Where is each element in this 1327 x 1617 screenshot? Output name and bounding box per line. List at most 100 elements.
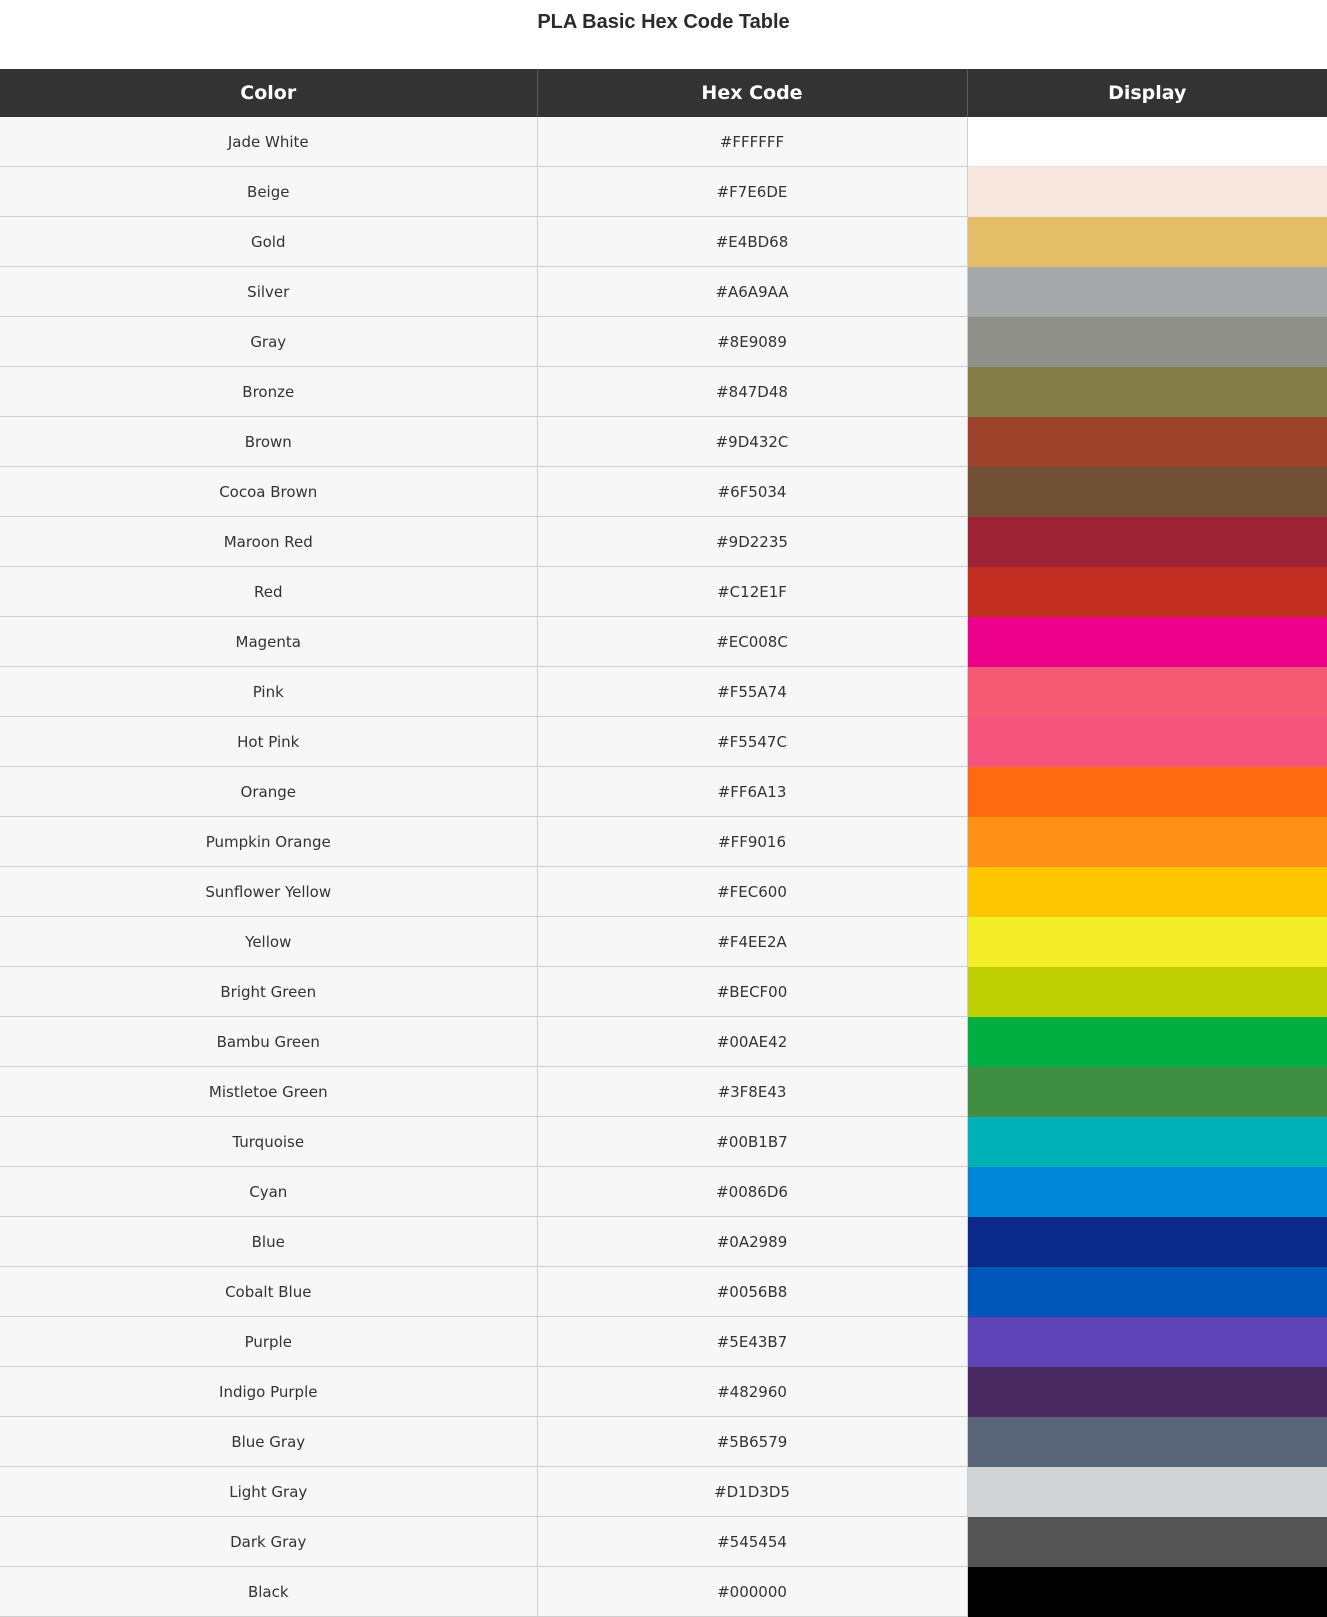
table-row: Gray #8E9089 <box>0 316 1327 367</box>
color-name-cell: Cocoa Brown <box>0 466 538 517</box>
color-name-cell: Magenta <box>0 616 538 667</box>
column-header-display: Display <box>967 69 1327 117</box>
color-name-cell: Gray <box>0 316 538 367</box>
hex-code-cell: #482960 <box>537 1366 968 1417</box>
color-swatch <box>967 1166 1327 1217</box>
color-swatch <box>967 1466 1327 1517</box>
color-swatch <box>967 1316 1327 1367</box>
color-name-cell: Sunflower Yellow <box>0 866 538 917</box>
color-swatch <box>967 1116 1327 1167</box>
color-name-cell: Bright Green <box>0 966 538 1017</box>
hex-code-cell: #5B6579 <box>537 1416 968 1467</box>
color-swatch <box>967 1066 1327 1117</box>
hex-code-cell: #5E43B7 <box>537 1316 968 1367</box>
table-row: Red #C12E1F <box>0 566 1327 617</box>
hex-code-cell: #C12E1F <box>537 566 968 617</box>
hex-code-cell: #00AE42 <box>537 1016 968 1067</box>
hex-code-cell: #0056B8 <box>537 1266 968 1317</box>
hex-code-cell: #000000 <box>537 1566 968 1617</box>
color-name-cell: Bambu Green <box>0 1016 538 1067</box>
hex-code-cell: #F5547C <box>537 716 968 767</box>
color-swatch <box>967 866 1327 917</box>
table-row: Cyan #0086D6 <box>0 1166 1327 1217</box>
hex-code-cell: #F4EE2A <box>537 916 968 967</box>
table-row: Pumpkin Orange #FF9016 <box>0 816 1327 867</box>
table-row: Purple #5E43B7 <box>0 1316 1327 1367</box>
table-row: Magenta #EC008C <box>0 616 1327 667</box>
hex-code-cell: #00B1B7 <box>537 1116 968 1167</box>
color-name-cell: Red <box>0 566 538 617</box>
color-swatch <box>967 1516 1327 1567</box>
color-swatch <box>967 1366 1327 1417</box>
color-swatch <box>967 1016 1327 1067</box>
hex-code-cell: #FF6A13 <box>537 766 968 817</box>
page-title: PLA Basic Hex Code Table <box>537 11 790 33</box>
color-swatch <box>967 566 1327 617</box>
table-row: Black #000000 <box>0 1566 1327 1617</box>
column-header-color: Color <box>0 69 538 117</box>
color-name-cell: Indigo Purple <box>0 1366 538 1417</box>
color-swatch <box>967 516 1327 567</box>
table-body: Jade White #FFFFFF Beige #F7E6DE Gold #E4BD68… <box>0 117 1327 1617</box>
color-swatch <box>967 766 1327 817</box>
hex-code-cell: #FFFFFF <box>537 117 968 167</box>
hex-code-cell: #D1D3D5 <box>537 1466 968 1517</box>
hex-code-cell: #8E9089 <box>537 316 968 367</box>
hex-code-cell: #FF9016 <box>537 816 968 867</box>
color-swatch <box>967 1216 1327 1267</box>
color-swatch <box>967 666 1327 717</box>
color-name-cell: Blue <box>0 1216 538 1267</box>
table-header-row: Color Hex Code Display <box>0 69 1327 117</box>
color-name-cell: Beige <box>0 166 538 217</box>
table-row: Silver #A6A9AA <box>0 266 1327 317</box>
color-name-cell: Brown <box>0 416 538 467</box>
hex-code-cell: #0A2989 <box>537 1216 968 1267</box>
table-row: Maroon Red #9D2235 <box>0 516 1327 567</box>
table-row: Cobalt Blue #0056B8 <box>0 1266 1327 1317</box>
color-name-cell: Dark Gray <box>0 1516 538 1567</box>
color-name-cell: Cyan <box>0 1166 538 1217</box>
color-swatch <box>967 117 1327 167</box>
table-row: Gold #E4BD68 <box>0 216 1327 267</box>
color-swatch <box>967 1566 1327 1617</box>
hex-code-cell: #9D432C <box>537 416 968 467</box>
hex-code-cell: #F7E6DE <box>537 166 968 217</box>
color-name-cell: Jade White <box>0 117 538 167</box>
hex-code-cell: #9D2235 <box>537 516 968 567</box>
hex-code-cell: #3F8E43 <box>537 1066 968 1117</box>
color-swatch <box>967 466 1327 517</box>
color-name-cell: Hot Pink <box>0 716 538 767</box>
hex-code-cell: #BECF00 <box>537 966 968 1017</box>
table-row: Brown #9D432C <box>0 416 1327 467</box>
color-name-cell: Orange <box>0 766 538 817</box>
table-row: Mistletoe Green #3F8E43 <box>0 1066 1327 1117</box>
hex-code-cell: #F55A74 <box>537 666 968 717</box>
table-row: Beige #F7E6DE <box>0 166 1327 217</box>
table-row: Indigo Purple #482960 <box>0 1366 1327 1417</box>
color-swatch <box>967 616 1327 667</box>
table-row: Bright Green #BECF00 <box>0 966 1327 1017</box>
color-swatch <box>967 716 1327 767</box>
color-name-cell: Mistletoe Green <box>0 1066 538 1117</box>
color-swatch <box>967 916 1327 967</box>
hex-code-table: Color Hex Code Display Jade White #FFFFFF… <box>0 69 1327 1617</box>
hex-code-cell: #FEC600 <box>537 866 968 917</box>
color-name-cell: Light Gray <box>0 1466 538 1517</box>
table-row: Orange #FF6A13 <box>0 766 1327 817</box>
table-row: Yellow #F4EE2A <box>0 916 1327 967</box>
color-swatch <box>967 166 1327 217</box>
column-header-hex-code: Hex Code <box>537 69 968 117</box>
color-swatch <box>967 416 1327 467</box>
table-row: Hot Pink #F5547C <box>0 716 1327 767</box>
table-row: Dark Gray #545454 <box>0 1516 1327 1567</box>
table-row: Pink #F55A74 <box>0 666 1327 717</box>
table-row: Sunflower Yellow #FEC600 <box>0 866 1327 917</box>
color-swatch <box>967 316 1327 367</box>
color-swatch <box>967 1416 1327 1467</box>
color-name-cell: Blue Gray <box>0 1416 538 1467</box>
color-name-cell: Purple <box>0 1316 538 1367</box>
color-swatch <box>967 1266 1327 1317</box>
table-row: Bronze #847D48 <box>0 366 1327 417</box>
color-name-cell: Silver <box>0 266 538 317</box>
table-row: Bambu Green #00AE42 <box>0 1016 1327 1067</box>
